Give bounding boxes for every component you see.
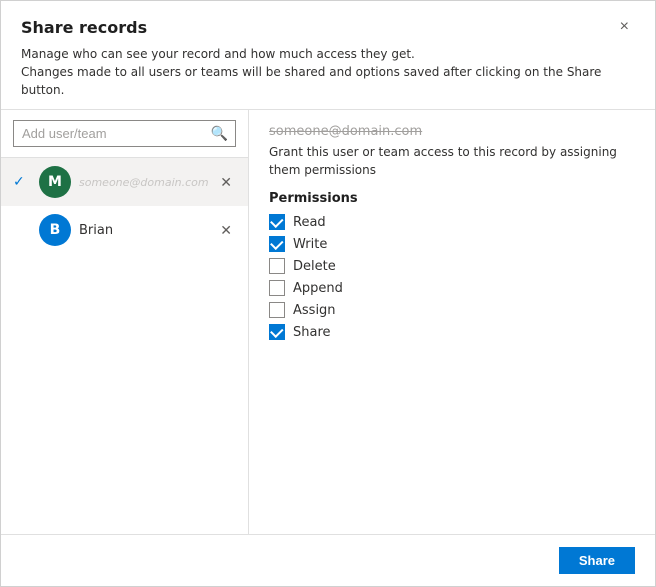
assign-label: Assign: [293, 303, 336, 318]
assign-checkbox[interactable]: [269, 302, 285, 318]
right-panel: someone@domain.com Grant this user or te…: [249, 110, 655, 534]
append-label: Append: [293, 281, 343, 296]
write-checkbox[interactable]: [269, 236, 285, 252]
delete-checkbox[interactable]: [269, 258, 285, 274]
permissions-heading: Permissions: [269, 191, 635, 206]
user-item[interactable]: ✓ B Brian ✕: [1, 206, 248, 254]
selected-user-display: someone@domain.com: [269, 124, 635, 139]
append-checkbox[interactable]: [269, 280, 285, 296]
permission-delete: Delete: [269, 258, 635, 274]
permission-read: Read: [269, 214, 635, 230]
dialog-title: Share records: [21, 18, 147, 37]
read-label: Read: [293, 215, 326, 230]
avatar: B: [39, 214, 71, 246]
avatar: M: [39, 166, 71, 198]
search-container: 🔍: [1, 110, 248, 158]
left-panel: 🔍 ✓ M someone@domain.com ✕ ✓ B Brian ✕: [1, 110, 249, 534]
permission-append: Append: [269, 280, 635, 296]
share-label: Share: [293, 325, 331, 340]
title-row: Share records ×: [21, 17, 635, 37]
share-checkbox[interactable]: [269, 324, 285, 340]
delete-label: Delete: [293, 259, 336, 274]
permission-share: Share: [269, 324, 635, 340]
dialog-header: Share records × Manage who can see your …: [1, 1, 655, 110]
desc-line1: Manage who can see your record and how m…: [21, 45, 635, 63]
close-button[interactable]: ×: [614, 17, 635, 37]
user-name: Brian: [79, 223, 216, 238]
checkmark-icon: ✓: [13, 174, 33, 190]
read-checkbox[interactable]: [269, 214, 285, 230]
write-label: Write: [293, 237, 327, 252]
user-list: ✓ M someone@domain.com ✕ ✓ B Brian ✕: [1, 158, 248, 534]
search-icon: 🔍: [211, 126, 228, 142]
share-button[interactable]: Share: [559, 547, 635, 574]
dialog-body: 🔍 ✓ M someone@domain.com ✕ ✓ B Brian ✕: [1, 110, 655, 534]
remove-user-button[interactable]: ✕: [216, 220, 236, 241]
dialog-footer: Share: [1, 534, 655, 586]
search-input[interactable]: [13, 120, 236, 147]
dialog-description: Manage who can see your record and how m…: [21, 45, 635, 99]
remove-user-button[interactable]: ✕: [216, 172, 236, 193]
desc-line2: Changes made to all users or teams will …: [21, 63, 635, 99]
grant-description: Grant this user or team access to this r…: [269, 143, 635, 179]
user-name: someone@domain.com: [79, 176, 216, 189]
permission-assign: Assign: [269, 302, 635, 318]
permission-write: Write: [269, 236, 635, 252]
user-item[interactable]: ✓ M someone@domain.com ✕: [1, 158, 248, 206]
share-records-dialog: Share records × Manage who can see your …: [0, 0, 656, 587]
